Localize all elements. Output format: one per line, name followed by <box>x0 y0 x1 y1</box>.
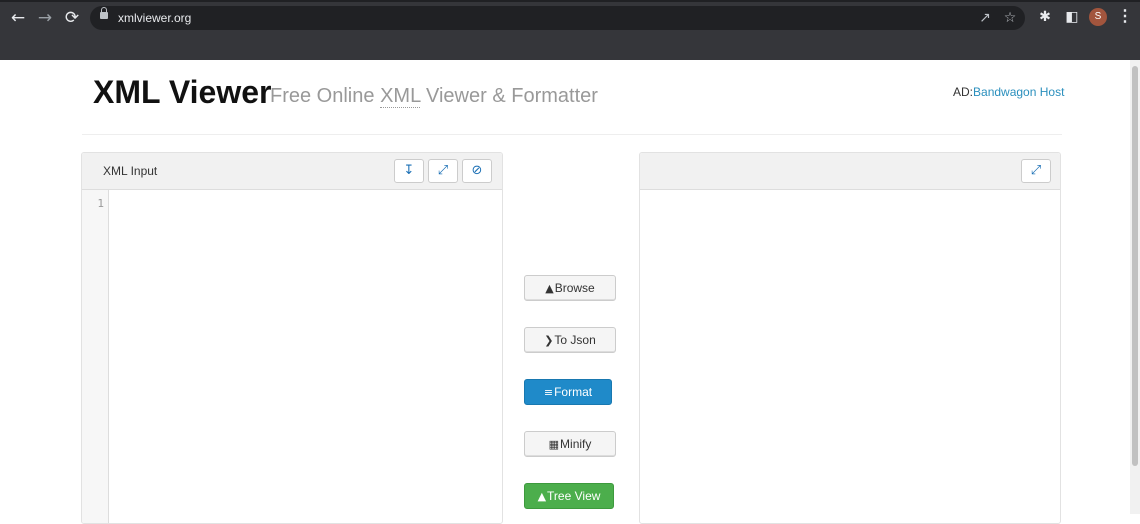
tree-view-label: Tree View <box>547 489 601 503</box>
ad-banner: AD:Bandwagon Host <box>953 85 1064 99</box>
back-icon[interactable]: ← <box>8 8 28 28</box>
compress-icon: ▦ <box>548 438 560 451</box>
ad-link[interactable]: Bandwagon Host <box>973 85 1064 99</box>
output-panel: ⤢ <box>639 152 1061 524</box>
browser-toolbar: ← → ⟳ xmlviewer.org ↗ ☆ ✱ ◧ S ⋮ <box>0 0 1140 60</box>
to-json-button[interactable]: ❯To Json <box>524 327 616 353</box>
tree-view-button[interactable]: ▲Tree View <box>524 483 614 509</box>
xml-input-panel: XML Input ↧ ⤢ ⊘ 1 <box>81 152 503 524</box>
subtitle-prefix: Free Online <box>270 85 381 107</box>
url-text[interactable]: xmlviewer.org <box>118 10 191 26</box>
reload-icon[interactable]: ⟳ <box>62 8 82 28</box>
minify-label: Minify <box>560 437 592 451</box>
output-view[interactable] <box>640 190 1060 523</box>
xml-editor[interactable] <box>109 190 502 523</box>
subtitle-suffix: Viewer & Formatter <box>420 85 598 107</box>
scrollbar-thumb[interactable] <box>1132 66 1138 466</box>
address-bar[interactable]: xmlviewer.org ↗ ☆ <box>90 6 1025 30</box>
tab-strip-edge <box>0 0 1140 2</box>
page-title: XML Viewer <box>93 74 272 110</box>
chevron-right-icon: ❯ <box>544 334 554 347</box>
clear-input-button[interactable]: ⊘ <box>462 159 492 183</box>
upload-sample-button[interactable]: ↧ <box>394 159 424 183</box>
align-icon: ≡ <box>543 386 554 399</box>
ad-prefix: AD: <box>953 85 974 99</box>
expand-icon: ⤢ <box>437 163 449 178</box>
format-button[interactable]: ≡Format <box>524 379 612 405</box>
browse-label: Browse <box>554 281 595 295</box>
line-number-gutter: 1 <box>82 190 109 523</box>
output-panel-header: ⤢ <box>640 153 1060 190</box>
to-json-label: To Json <box>554 333 596 347</box>
lock-icon[interactable] <box>100 7 108 19</box>
extensions-icon[interactable]: ✱ <box>1035 7 1055 27</box>
upload-circle-icon: ▲ <box>545 282 554 295</box>
expand-icon: ⤢ <box>1030 163 1042 178</box>
share-icon[interactable]: ↗ <box>976 9 994 27</box>
tree-icon: ▲ <box>537 490 547 503</box>
ban-icon: ⊘ <box>471 163 483 178</box>
fullscreen-input-button[interactable]: ⤢ <box>428 159 458 183</box>
browse-button[interactable]: ▲Browse <box>524 275 616 301</box>
bookmark-star-icon[interactable]: ☆ <box>1001 9 1019 27</box>
forward-icon[interactable]: → <box>35 8 55 28</box>
fullscreen-output-button[interactable]: ⤢ <box>1021 159 1051 183</box>
load-icon: ↧ <box>403 163 415 178</box>
header-divider <box>82 134 1062 135</box>
page-scrollbar[interactable] <box>1130 60 1140 514</box>
page-subtitle: Free Online XML Viewer & Formatter <box>270 84 598 108</box>
side-panel-icon[interactable]: ◧ <box>1062 7 1082 27</box>
input-panel-header: XML Input ↧ ⤢ ⊘ <box>82 153 502 190</box>
menu-icon[interactable]: ⋮ <box>1117 7 1133 27</box>
input-panel-title: XML Input <box>103 164 158 178</box>
minify-button[interactable]: ▦Minify <box>524 431 616 457</box>
subtitle-abbr: XML <box>380 85 421 108</box>
profile-avatar[interactable]: S <box>1089 8 1107 26</box>
format-label: Format <box>554 385 593 399</box>
line-number: 1 <box>97 197 104 210</box>
